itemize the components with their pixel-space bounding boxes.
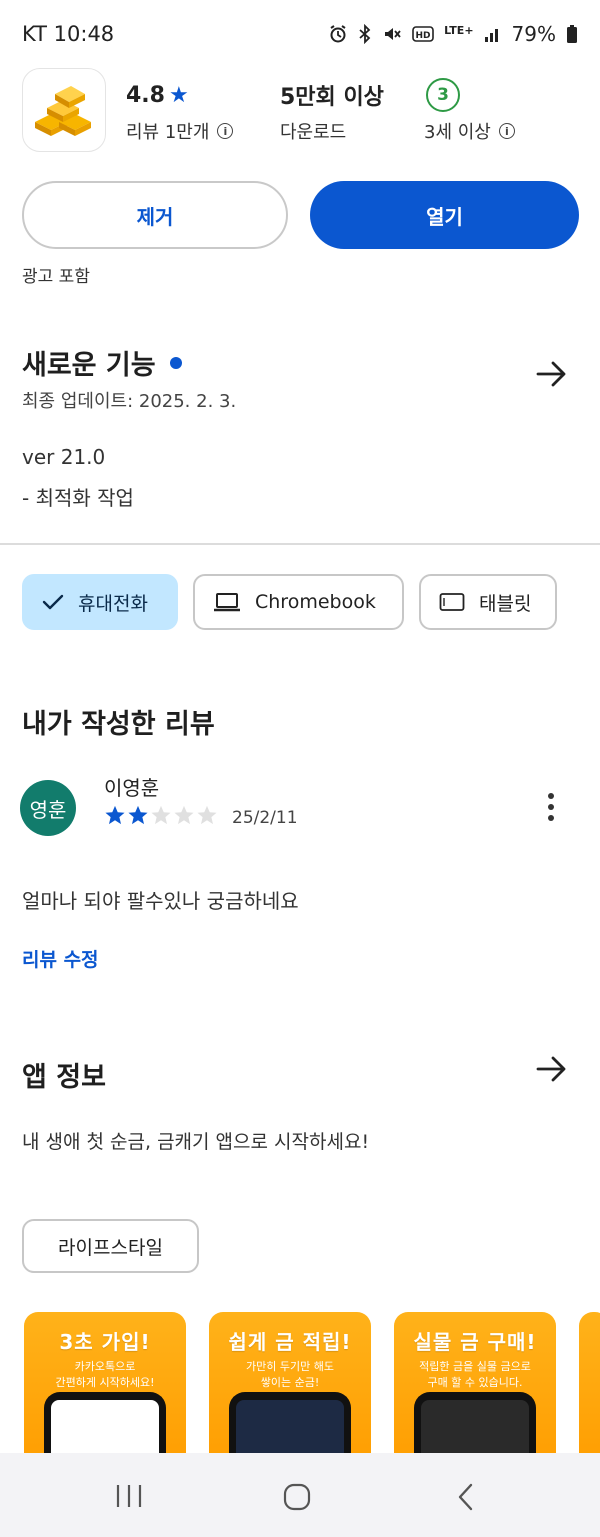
carrier-time: KT 10:48 — [22, 22, 115, 46]
status-icons: HD LTE+ 79% — [328, 22, 578, 46]
review-date: 25/2/11 — [232, 808, 298, 828]
rating-star-icon: ★ — [168, 82, 189, 108]
screenshot-headline: 3초 가입! — [59, 1330, 151, 1354]
laptop-icon — [214, 593, 240, 612]
device-chip-phone[interactable]: 휴대전화 — [22, 574, 178, 630]
screenshot-2[interactable]: 쉽게 금 적립! 가만히 두기만 해도 쌓이는 순금! — [209, 1312, 371, 1472]
last-updated: 최종 업데이트: 2025. 2. 3. — [22, 391, 237, 412]
edit-review-link[interactable]: 리뷰 수정 — [22, 945, 99, 972]
screenshot-4-partial[interactable] — [579, 1312, 600, 1472]
screenshot-caption: 구매 할 수 있습니다. — [427, 1376, 523, 1389]
home-icon[interactable] — [283, 1483, 311, 1511]
signal-icon — [484, 29, 498, 42]
device-chip-label: 태블릿 — [479, 592, 532, 615]
section-divider — [0, 543, 600, 545]
screenshot-headline: 쉽게 금 적립! — [228, 1330, 352, 1354]
open-button[interactable]: 열기 — [310, 181, 579, 249]
system-nav-bar — [0, 1453, 600, 1537]
arrow-right-icon[interactable] — [536, 1055, 568, 1083]
downloads-stat: 5만회 이상 다운로드 — [280, 80, 384, 144]
review-text: 얼마나 되야 팔수있나 궁금하네요 — [22, 889, 299, 913]
hd-icon: HD — [412, 26, 434, 42]
bluetooth-icon — [359, 24, 371, 44]
whats-new-header[interactable]: 새로운 기능 — [22, 343, 182, 382]
device-chip-chromebook[interactable]: Chromebook — [193, 574, 404, 630]
reviewer-name: 이영훈 — [104, 776, 160, 800]
svg-text:HD: HD — [416, 31, 431, 41]
screenshot-caption: 가만히 두기만 해도 — [246, 1360, 334, 1373]
category-chip[interactable]: 라이프스타일 — [22, 1219, 199, 1273]
rating-stat[interactable]: 4.8 ★ 리뷰 1만개 i — [126, 80, 234, 144]
device-chip-label: 휴대전화 — [78, 592, 148, 615]
alarm-icon — [330, 25, 346, 43]
age-rating-stat[interactable]: 3 3세 이상 i — [424, 77, 515, 144]
recent-apps-icon[interactable] — [114, 1483, 144, 1509]
star-empty-icon — [151, 805, 171, 825]
star-empty-icon — [174, 805, 194, 825]
review-stars — [104, 805, 218, 825]
uninstall-button[interactable]: 제거 — [22, 181, 288, 249]
screenshot-caption: 적립한 금을 실물 금으로 — [419, 1360, 531, 1373]
device-chip-tablet[interactable]: 태블릿 — [419, 574, 557, 630]
review-count: 리뷰 1만개 — [126, 122, 210, 143]
star-filled-icon — [128, 805, 148, 825]
whats-new-title: 새로운 기능 — [22, 350, 156, 381]
info-icon: i — [217, 123, 234, 139]
device-chip-label: Chromebook — [255, 591, 376, 613]
screenshot-3[interactable]: 실물 금 구매! 적립한 금을 실물 금으로 구매 할 수 있습니다. — [394, 1312, 556, 1472]
lte-icon: LTE+ — [444, 23, 474, 37]
back-icon[interactable] — [456, 1483, 476, 1511]
screenshot-caption: 간편하게 시작하세요! — [55, 1376, 155, 1389]
app-description: 내 생애 첫 순금, 금캐기 앱으로 시작하세요! — [22, 1131, 370, 1153]
download-count: 5만회 이상 — [280, 85, 384, 110]
gold-bars-icon — [35, 86, 91, 136]
check-icon — [42, 594, 64, 610]
version-text: ver 21.0 — [22, 445, 106, 469]
battery-text: 79% — [511, 22, 556, 46]
app-icon[interactable] — [22, 68, 106, 152]
more-options-icon[interactable] — [548, 793, 554, 821]
status-bar: KT 10:48 HD LTE+ 79% — [0, 0, 600, 64]
screenshot-1[interactable]: 3초 가입! 카카오톡으로 간편하게 시작하세요! — [24, 1312, 186, 1472]
arrow-right-icon[interactable] — [536, 360, 568, 388]
info-icon: i — [498, 123, 515, 139]
star-filled-icon — [105, 805, 125, 825]
screenshot-caption: 쌓이는 순금! — [260, 1376, 320, 1389]
screenshot-headline: 실물 금 구매! — [413, 1330, 537, 1354]
tablet-icon — [439, 593, 465, 611]
age-rating-label: 3세 이상 — [424, 122, 491, 143]
screenshot-caption: 카카오톡으로 — [74, 1360, 136, 1373]
star-empty-icon — [197, 805, 217, 825]
ads-notice: 광고 포함 — [22, 267, 90, 287]
rating-value: 4.8 — [126, 82, 165, 108]
app-info-title[interactable]: 앱 정보 — [22, 1055, 106, 1094]
download-label: 다운로드 — [280, 122, 347, 143]
battery-icon — [567, 25, 577, 43]
age-rating-badge: 3 — [426, 78, 460, 112]
new-indicator-dot — [169, 356, 182, 369]
mute-icon — [385, 28, 401, 40]
my-review-title: 내가 작성한 리뷰 — [22, 709, 215, 740]
update-notes: - 최적화 작업 — [22, 486, 134, 510]
avatar: 영훈 — [20, 780, 76, 836]
